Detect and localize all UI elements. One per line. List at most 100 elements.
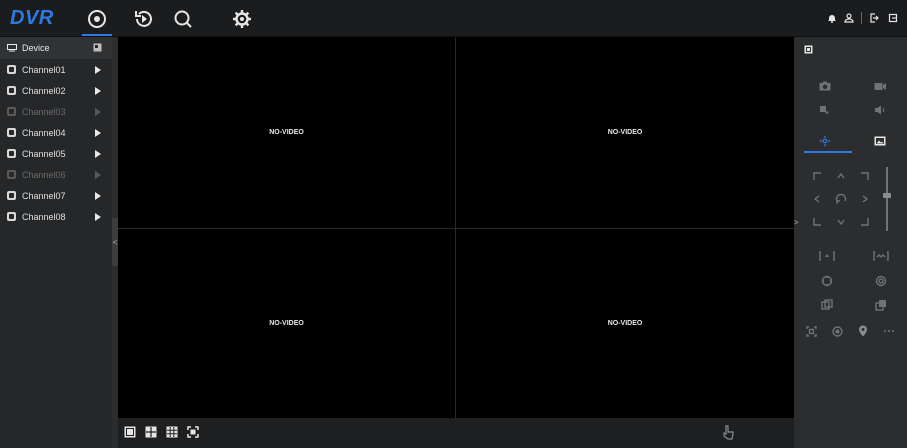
speed-slider-track[interactable] [886,167,888,231]
channel-label: Channel07 [22,190,66,201]
ptz-up-icon[interactable] [830,165,852,187]
record-dot-icon[interactable] [826,320,848,342]
play-channel-icon[interactable] [95,129,101,137]
ptz-up-left-icon[interactable] [806,165,828,187]
channel-label: Channel02 [22,85,66,96]
channel-camera-icon [7,128,16,137]
play-channel-icon[interactable] [95,150,101,158]
snapshot-button[interactable] [798,75,852,98]
channel-camera-icon [7,107,16,116]
device-label: Device [22,43,50,53]
preset-icon[interactable] [800,320,822,342]
device-icon [7,44,17,52]
channel-row[interactable]: Channel07 [0,185,112,206]
channel-camera-icon [7,86,16,95]
channel-row[interactable]: Channel06 [0,164,112,185]
image-tab[interactable] [853,129,907,152]
ptz-left-icon[interactable] [806,188,828,210]
user-icon[interactable] [841,10,857,26]
focus-near-icon [821,275,833,286]
logout-icon[interactable] [866,10,882,26]
panel-toggle-icon[interactable] [804,45,813,54]
record-button[interactable] [853,75,907,98]
play-channel-icon[interactable] [95,213,101,221]
video-cell-2[interactable]: NO-VIDEO [456,37,794,228]
stream-icon [820,106,829,114]
play-channel-icon[interactable] [95,108,101,116]
focus-near-button[interactable] [800,269,854,292]
iris-close-button[interactable] [854,293,907,316]
video-camera-icon [874,82,886,90]
ptz-panel [798,37,907,448]
zoom-in-button[interactable] [800,244,854,267]
location-pin-icon[interactable] [852,320,874,342]
speed-slider-handle[interactable] [883,193,891,198]
video-cell-1[interactable]: NO-VIDEO [118,37,455,228]
focus-far-icon [875,275,887,286]
bitrate-button[interactable] [798,99,852,122]
ptz-up-right-icon[interactable] [854,165,876,187]
hand-pointer-icon[interactable] [722,424,734,440]
iris-open-icon [821,298,833,310]
iris-close-icon [875,299,886,311]
ptz-down-icon[interactable] [830,211,852,233]
play-channel-icon[interactable] [95,192,101,200]
nine-view-icon[interactable] [166,426,178,438]
channel-row[interactable]: Channel04 [0,122,112,143]
active-tab-indicator [82,34,112,36]
ptz-control-icon [819,135,831,146]
video-cell-4[interactable]: NO-VIDEO [456,229,794,418]
speaker-icon [875,105,885,115]
play-channel-icon[interactable] [95,171,101,179]
more-icon[interactable] [878,320,900,342]
channel-label: Channel05 [22,148,66,159]
video-cell-3[interactable]: NO-VIDEO [118,229,455,418]
bell-icon[interactable] [824,10,840,26]
iris-open-button[interactable] [800,293,854,316]
ptz-tab[interactable] [798,129,852,152]
ptz-auto-icon[interactable] [830,188,852,210]
search-icon[interactable] [170,6,196,32]
channel-sidebar: Device Channel01 Channel02 Channel03 Channe… [0,37,112,448]
play-channel-icon[interactable] [95,87,101,95]
top-bar: DVR [0,0,907,37]
live-view-icon[interactable] [84,6,110,32]
exit-icon[interactable] [885,10,901,26]
ptz-right-icon[interactable] [854,188,876,210]
gear-icon[interactable] [229,6,255,32]
quad-view-icon[interactable] [145,426,157,438]
zoom-out-button[interactable] [854,244,907,267]
video-grid: NO-VIDEO NO-VIDEO NO-VIDEO NO-VIDEO [118,37,794,418]
app-logo: DVR [10,7,54,29]
channel-label: Channel03 [22,106,66,117]
focus-far-button[interactable] [854,269,907,292]
device-row[interactable]: Device [0,37,112,59]
playback-icon[interactable] [131,6,157,32]
channel-row[interactable]: Channel03 [0,101,112,122]
channel-camera-icon [7,65,16,74]
channel-label: Channel01 [22,64,66,75]
camera-icon [819,81,831,91]
device-options-icon[interactable] [93,43,102,52]
channel-camera-icon [7,149,16,158]
channel-row[interactable]: Channel01 [0,59,112,80]
active-tab-indicator [804,151,852,153]
ptz-down-left-icon[interactable] [806,211,828,233]
divider [861,12,862,24]
zoom-out-icon [873,250,889,261]
audio-button[interactable] [853,99,907,122]
channel-label: Channel06 [22,169,66,180]
channel-camera-icon [7,191,16,200]
ptz-down-right-icon[interactable] [854,211,876,233]
channel-row[interactable]: Channel02 [0,80,112,101]
channel-camera-icon [7,212,16,221]
channel-row[interactable]: Channel08 [0,206,112,227]
image-icon [874,136,886,145]
fullscreen-icon[interactable] [187,426,199,438]
single-view-icon[interactable] [124,426,136,438]
grid-divider-horizontal [118,228,794,229]
channel-label: Channel04 [22,127,66,138]
channel-camera-icon [7,170,16,179]
channel-row[interactable]: Channel05 [0,143,112,164]
play-channel-icon[interactable] [95,66,101,74]
